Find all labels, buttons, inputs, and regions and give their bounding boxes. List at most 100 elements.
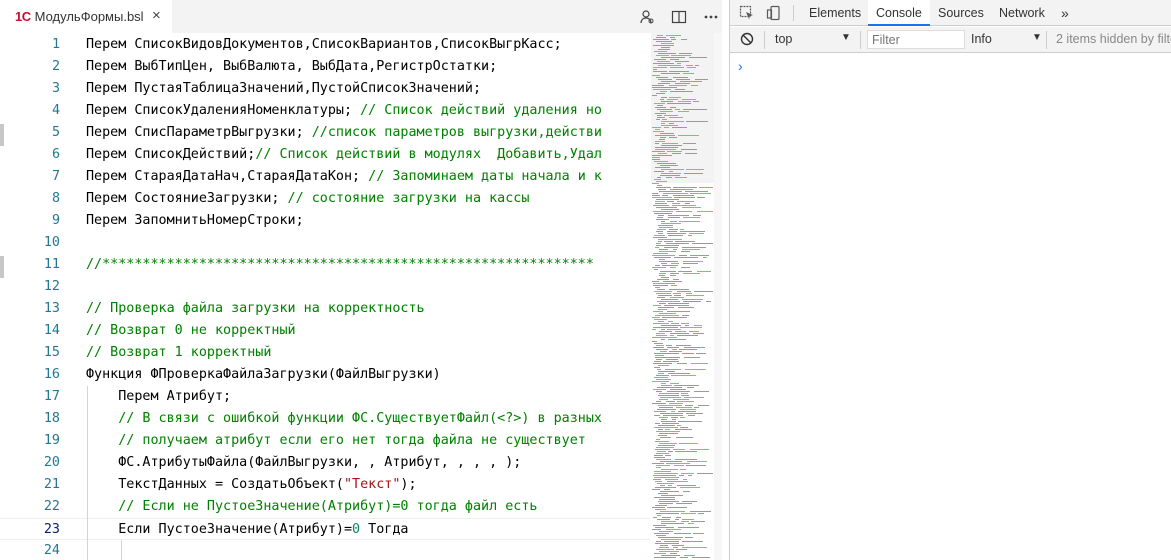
code-text: // получаем атрибут если его нет тогда ф… xyxy=(86,430,586,452)
minimap-line xyxy=(697,271,711,272)
minimap-line xyxy=(658,371,675,372)
minimap-line xyxy=(654,353,679,354)
minimap-line xyxy=(654,377,668,378)
minimap-line xyxy=(661,209,679,210)
minimap-line xyxy=(658,241,662,242)
console-prompt-icon[interactable]: › xyxy=(738,58,743,74)
minimap-line xyxy=(694,291,713,292)
code-line[interactable]: 20 ФС.АтрибутыФайла(ФайлВыгрузки, , Атри… xyxy=(0,452,650,474)
minimap-line xyxy=(652,197,672,198)
minimap-line xyxy=(654,361,661,362)
minimap-line xyxy=(686,295,704,296)
code-line[interactable]: 13 // Проверка файла загрузки на корректн… xyxy=(0,298,650,320)
code-line[interactable]: 10 xyxy=(0,232,650,254)
device-toolbar-icon[interactable] xyxy=(766,5,782,21)
tab-console[interactable]: Console xyxy=(868,0,930,26)
minimap-line xyxy=(667,311,690,312)
minimap-line xyxy=(659,313,676,314)
minimap-line xyxy=(658,425,675,426)
minimap-line xyxy=(698,513,704,514)
minimap-line xyxy=(662,265,678,266)
minimap-line xyxy=(699,187,713,188)
minimap-line xyxy=(668,215,689,216)
minimap-line xyxy=(676,517,681,518)
minimap-line xyxy=(657,115,662,116)
minimap-line xyxy=(682,207,701,208)
code-line[interactable]: 1 Перем СписокВидовДокументов,СписокВариа… xyxy=(0,34,650,56)
code-text: // Проверка файла загрузки на корректнос… xyxy=(86,298,425,320)
editor-scrollbar[interactable] xyxy=(714,33,722,560)
minimap-line xyxy=(654,473,678,474)
minimap-line xyxy=(659,503,673,504)
code-text: //**************************************… xyxy=(86,254,594,276)
minimap-line xyxy=(672,127,687,128)
code-line[interactable]: 4 Перем СписокУдаленияНоменклатуры; // Сп… xyxy=(0,100,650,122)
minimap-line xyxy=(677,335,698,336)
minimap-line xyxy=(672,153,681,154)
editor-tab[interactable]: 1С МодульФормы.bsl × xyxy=(0,0,172,33)
minimap-line xyxy=(671,263,679,264)
line-number: 16 xyxy=(43,367,60,382)
close-icon[interactable]: × xyxy=(152,8,161,23)
code-line[interactable]: 7 Перем СтараяДатаНач,СтараяДатаКон; // З… xyxy=(0,166,650,188)
minimap-line xyxy=(661,385,672,386)
tab-elements[interactable]: Elements xyxy=(809,0,861,26)
log-level-selector[interactable]: Info ▼ xyxy=(965,27,1050,53)
minimap-line xyxy=(656,93,665,94)
minimap-line xyxy=(662,143,678,144)
code-line[interactable]: 21 ТекстДанных = СоздатьОбъект("Текст"); xyxy=(0,474,650,496)
console-filter-input[interactable] xyxy=(867,30,965,49)
minimap-line xyxy=(678,111,689,112)
code-line[interactable]: 12 xyxy=(0,276,650,298)
minimap-line xyxy=(652,403,666,404)
minimap-line xyxy=(656,453,669,454)
code-line[interactable]: 8 Перем СостояниеЗагрузки; // состояние з… xyxy=(0,188,650,210)
code-line[interactable]: 17 Перем Атрибут; xyxy=(0,386,650,408)
minimap[interactable] xyxy=(651,33,714,560)
minimap-line xyxy=(670,59,679,60)
minimap-line xyxy=(686,65,693,66)
code-area[interactable]: 1 Перем СписокВидовДокументов,СписокВариа… xyxy=(0,33,650,560)
minimap-line xyxy=(675,459,697,460)
minimap-line xyxy=(654,161,668,162)
code-line[interactable]: 22 // Если не ПустоеЗначение(Атрибут)=0 … xyxy=(0,496,650,518)
minimap-line xyxy=(664,489,670,490)
code-line[interactable]: 18 // В связи с ошибкой функции ФС.Сущес… xyxy=(0,408,650,430)
person-search-icon[interactable] xyxy=(638,8,656,26)
line-number: 17 xyxy=(43,389,60,404)
minimap-line xyxy=(661,223,681,224)
code-line[interactable]: 3 Перем ПустаяТаблицаЗначений,ПустойСписо… xyxy=(0,78,650,100)
minimap-line xyxy=(667,99,678,100)
context-selector[interactable]: top ▼ xyxy=(767,27,857,53)
more-icon[interactable] xyxy=(702,8,720,26)
minimap-line xyxy=(652,155,672,156)
code-line[interactable]: 9 Перем ЗапомнитьНомерСтроки; xyxy=(0,210,650,232)
minimap-line xyxy=(653,253,668,254)
code-line[interactable]: 14 // Возврат 0 не корректный xyxy=(0,320,650,342)
minimap-line xyxy=(653,323,669,324)
code-line[interactable]: 23 Если ПустоеЗначение(Атрибут)=0 Тогда xyxy=(0,518,650,540)
code-line[interactable]: 2 Перем ВыбТипЦен, ВыбВалюта, ВыбДата,Рег… xyxy=(0,56,650,78)
split-editor-icon[interactable] xyxy=(670,8,688,26)
code-line[interactable]: 11 //************************************… xyxy=(0,254,650,276)
code-line[interactable]: 16 Функция ФПроверкаФайлаЗагрузки(ФайлВыг… xyxy=(0,364,650,386)
minimap-line xyxy=(673,195,694,196)
minimap-line xyxy=(665,455,671,456)
code-text: Перем ПустаяТаблицаЗначений,ПустойСписок… xyxy=(86,78,481,100)
more-tabs-icon[interactable]: » xyxy=(1061,0,1069,26)
code-line[interactable]: 19 // получаем атрибут если его нет тогд… xyxy=(0,430,650,452)
code-line[interactable]: 5 Перем СписПараметрВыгрузки; //список па… xyxy=(0,122,650,144)
code-token: //список параметров выгрузки,действи xyxy=(311,125,602,140)
minimap-line xyxy=(695,79,708,80)
minimap-line xyxy=(659,433,678,434)
tab-network[interactable]: Network xyxy=(999,0,1045,26)
minimap-line xyxy=(681,323,689,324)
tab-sources[interactable]: Sources xyxy=(938,0,984,26)
code-line[interactable]: 15 // Возврат 1 корректный xyxy=(0,342,650,364)
clear-console-icon[interactable] xyxy=(739,31,755,47)
code-line[interactable]: 24 xyxy=(0,540,650,560)
inspect-element-icon[interactable] xyxy=(739,5,755,21)
minimap-line xyxy=(652,151,665,152)
code-line[interactable]: 6 Перем СписокДействий;// Список действий… xyxy=(0,144,650,166)
